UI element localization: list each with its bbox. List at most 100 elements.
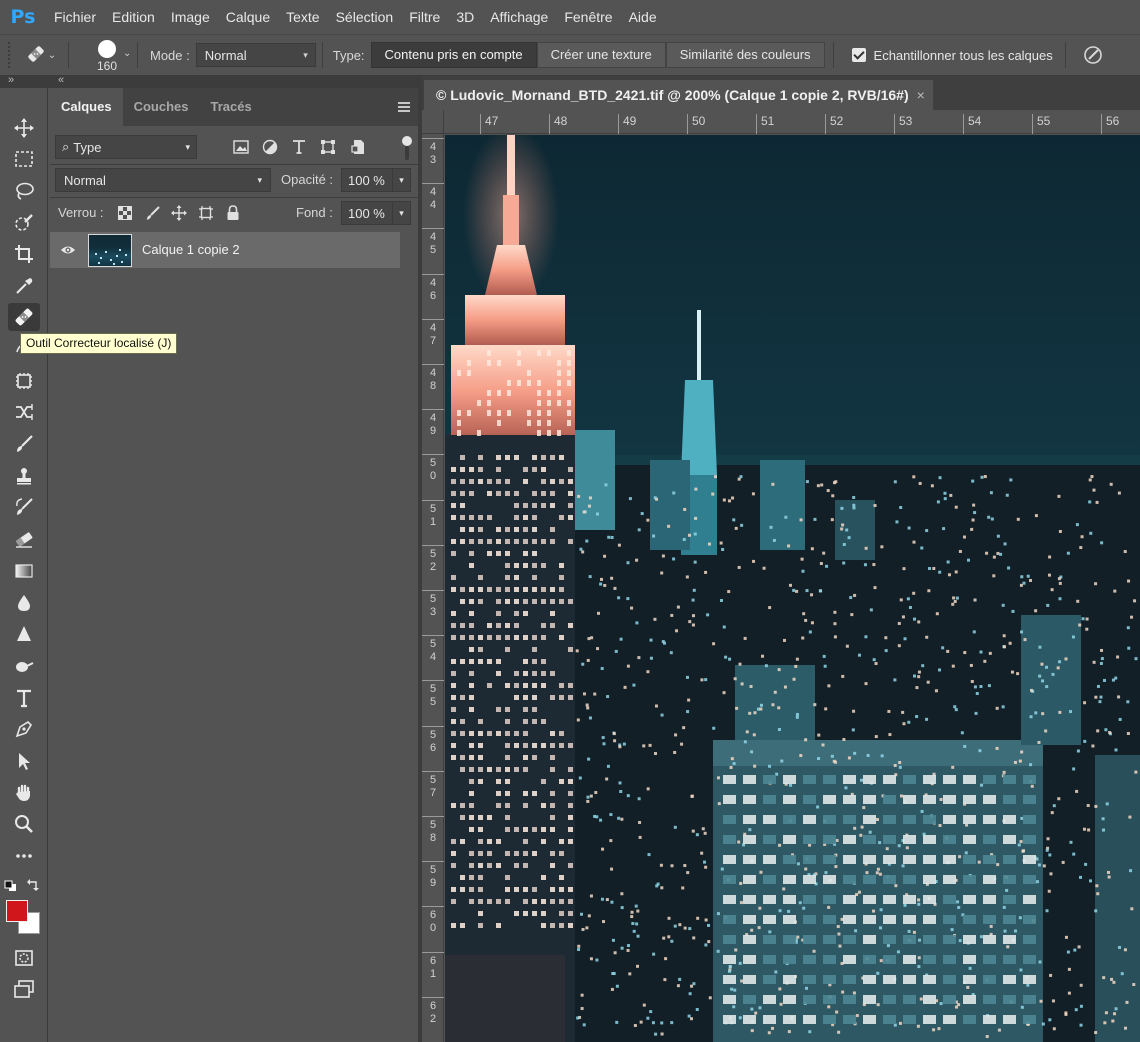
tab-traces[interactable]: Tracés xyxy=(199,88,262,126)
blend-mode-select[interactable]: Normal ▾ xyxy=(55,168,271,192)
marquee-tool[interactable] xyxy=(8,145,40,173)
menu-fenetre[interactable]: Fenêtre xyxy=(556,0,620,34)
window-light xyxy=(505,635,510,640)
eyedropper-tool[interactable] xyxy=(8,272,40,300)
window-light xyxy=(477,400,481,406)
menu-filtre[interactable]: Filtre xyxy=(401,0,448,34)
zoom-tool[interactable] xyxy=(8,810,40,838)
quick-selection-tool[interactable] xyxy=(8,209,40,237)
lasso-tool[interactable] xyxy=(8,177,40,205)
window-light xyxy=(833,622,837,626)
screen-mode-tool[interactable] xyxy=(8,975,40,1003)
fill-field[interactable]: 100 % ▾ xyxy=(341,201,411,225)
filter-adjustment-icon[interactable] xyxy=(260,137,280,157)
window-light xyxy=(872,909,876,913)
lock-position-icon[interactable] xyxy=(170,204,188,222)
spot-healing-brush-icon xyxy=(26,44,46,67)
tab-calques[interactable]: Calques xyxy=(50,88,123,126)
menu-3d[interactable]: 3D xyxy=(448,0,482,34)
vertical-ruler[interactable]: 4344454647484950515253545556575859606162 xyxy=(422,134,444,1042)
swap-colors-icon[interactable] xyxy=(26,878,40,892)
menu-selection[interactable]: Sélection xyxy=(328,0,402,34)
dodge-tool[interactable] xyxy=(8,652,40,680)
document-tab[interactable]: © Ludovic_Mornand_BTD_2421.tif @ 200% (C… xyxy=(424,80,933,110)
frame-tool[interactable] xyxy=(8,367,40,395)
eye-icon[interactable] xyxy=(60,243,76,257)
close-icon[interactable]: × xyxy=(917,80,925,110)
sample-all-layers-checkbox[interactable] xyxy=(851,48,866,62)
blur-tool[interactable] xyxy=(8,589,40,617)
move-tool[interactable] xyxy=(8,114,40,142)
chevron-down-icon[interactable]: ▾ xyxy=(392,169,410,191)
panel-menu-icon[interactable] xyxy=(398,102,410,112)
lock-transparent-pixels-icon[interactable] xyxy=(116,204,134,222)
pressure-size-icon[interactable] xyxy=(1078,40,1108,70)
menu-calque[interactable]: Calque xyxy=(218,0,278,34)
window-light xyxy=(768,764,772,768)
lock-artboard-icon[interactable] xyxy=(197,204,215,222)
filter-smart-object-icon[interactable] xyxy=(348,137,368,157)
window-light xyxy=(810,621,814,625)
menu-affichage[interactable]: Affichage xyxy=(482,0,556,34)
default-colors-icon[interactable] xyxy=(4,880,18,892)
filter-shape-icon[interactable] xyxy=(318,137,338,157)
window-light xyxy=(1067,967,1071,971)
layer-filter-select[interactable]: ⌕ Type ▾ xyxy=(55,135,197,159)
window-light xyxy=(923,995,936,1004)
window-light xyxy=(923,975,936,984)
clone-stamp-tool[interactable] xyxy=(8,462,40,490)
filter-toggle-icon[interactable] xyxy=(402,136,412,146)
opacity-field[interactable]: 100 % ▾ xyxy=(341,168,411,192)
brush-picker[interactable]: 160 ⌄ xyxy=(87,36,131,74)
hand-tool[interactable] xyxy=(8,779,40,807)
content-aware-move-tool[interactable] xyxy=(8,398,40,426)
tab-couches[interactable]: Couches xyxy=(123,88,200,126)
sharpen-tool[interactable] xyxy=(8,620,40,648)
layer-row[interactable]: Calque 1 copie 2 xyxy=(50,232,400,268)
window-light xyxy=(783,875,796,884)
foreground-color-swatch[interactable] xyxy=(6,900,28,922)
menu-aide[interactable]: Aide xyxy=(621,0,665,34)
menu-edition[interactable]: Edition xyxy=(104,0,163,34)
pen-tool[interactable] xyxy=(8,715,40,743)
tool-preset-picker[interactable]: ⌄ xyxy=(20,40,62,70)
crop-tool[interactable] xyxy=(8,240,40,268)
type-tool[interactable] xyxy=(8,684,40,712)
type-create-texture-button[interactable]: Créer une texture xyxy=(536,42,666,68)
menu-image[interactable]: Image xyxy=(163,0,218,34)
type-content-aware-button[interactable]: Contenu pris en compte xyxy=(370,42,537,68)
ruler-origin[interactable] xyxy=(422,110,444,134)
lock-all-icon[interactable] xyxy=(224,204,242,222)
spot-healing-tool[interactable] xyxy=(8,303,40,331)
window-light xyxy=(803,875,816,884)
window-light xyxy=(1001,705,1005,709)
filter-pixel-icon[interactable] xyxy=(231,137,251,157)
options-bar-grip[interactable] xyxy=(8,42,14,68)
filter-type-icon[interactable] xyxy=(289,137,309,157)
lock-image-pixels-icon[interactable] xyxy=(144,204,162,222)
menu-fichier[interactable]: Fichier xyxy=(46,0,104,34)
document-canvas[interactable] xyxy=(445,135,1140,1042)
window-light xyxy=(1130,615,1134,619)
path-selection-tool[interactable] xyxy=(8,747,40,775)
window-light xyxy=(885,847,889,851)
window-light xyxy=(1098,700,1102,704)
window-light xyxy=(743,815,756,824)
mode-select[interactable]: Normal ▾ xyxy=(195,43,316,67)
menu-texte[interactable]: Texte xyxy=(278,0,327,34)
expand-toolbar-icon[interactable]: » xyxy=(8,74,14,86)
history-brush-tool[interactable] xyxy=(8,493,40,521)
ruler-tick-label: 49 xyxy=(618,114,636,134)
horizontal-ruler[interactable]: 47 48 49 50 51 52 53 54 55 56 xyxy=(444,110,1140,134)
eraser-tool[interactable] xyxy=(8,525,40,553)
window-light xyxy=(1009,478,1013,482)
chevron-down-icon[interactable]: ▾ xyxy=(392,202,410,224)
ruler-tick-label: 56 xyxy=(1101,114,1119,134)
window-light xyxy=(879,926,883,930)
type-proximity-match-button[interactable]: Similarité des couleurs xyxy=(665,42,825,68)
brush-tool[interactable] xyxy=(8,430,40,458)
more-tools[interactable] xyxy=(8,842,40,870)
gradient-tool[interactable] xyxy=(8,557,40,585)
collapse-panel-icon[interactable]: « xyxy=(58,74,64,86)
quick-mask-tool[interactable] xyxy=(8,944,40,972)
